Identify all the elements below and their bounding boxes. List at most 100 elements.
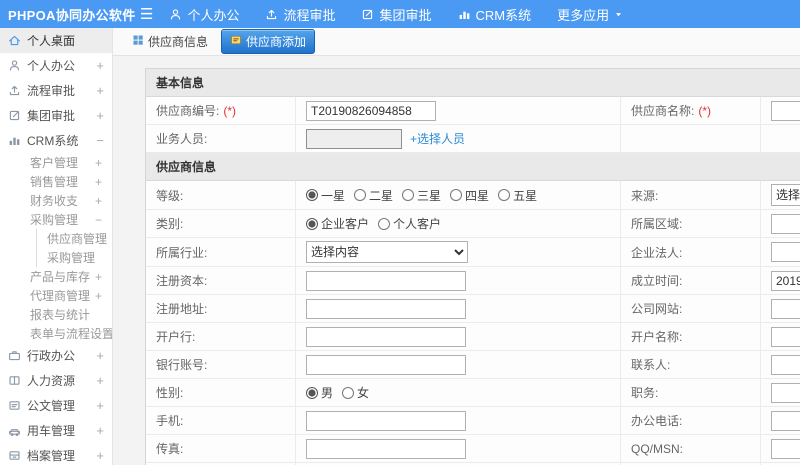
sidebar-subitem[interactable]: 代理商管理 + [0, 286, 112, 305]
sidebar-subitem[interactable]: 财务收支 + [0, 191, 112, 210]
sidebar-subitem[interactable]: 报表与统计 [0, 305, 112, 324]
level-radio-input[interactable] [354, 189, 367, 201]
qq-msn-input[interactable] [771, 438, 800, 459]
category-radio-input[interactable] [378, 217, 391, 230]
toggle-icon[interactable]: + [96, 448, 104, 463]
level-radio[interactable]: 二星 [354, 187, 393, 204]
sidebar-subsubitem[interactable]: 供应商管理 [37, 229, 112, 248]
sidebar-subitem[interactable]: 客户管理 + [0, 153, 112, 172]
category-field: 企业客户 个人客户 [296, 210, 621, 237]
toggle-icon[interactable]: + [96, 83, 104, 98]
supplier-name-input[interactable] [771, 100, 800, 121]
category-radio[interactable]: 企业客户 [306, 215, 369, 232]
office-phone-input[interactable] [771, 410, 800, 431]
supplier-code-input[interactable] [306, 100, 436, 121]
qq-msn-field [761, 435, 800, 462]
region-field [761, 210, 800, 237]
industry-select[interactable]: 选择内容 [306, 241, 468, 263]
established-date-field [761, 267, 800, 294]
sidebar-item[interactable]: 行政办公 + [0, 343, 112, 368]
topmenu-item[interactable]: 更多应用 [557, 5, 623, 24]
legal-person-input[interactable] [771, 242, 800, 262]
toggle-icon[interactable]: + [96, 398, 104, 413]
toggle-icon[interactable]: + [95, 194, 102, 208]
topmenu-item[interactable]: 个人办公 [169, 5, 239, 24]
business-person-input[interactable] [306, 128, 402, 149]
sidebar-item[interactable]: 用车管理 + [0, 418, 112, 443]
contact-person-field [761, 351, 800, 378]
level-radio[interactable]: 五星 [498, 187, 537, 204]
form-row: 银行账号: 联系人: [146, 351, 800, 379]
category-radio[interactable]: 个人客户 [378, 215, 441, 232]
toggle-icon[interactable]: + [96, 348, 104, 363]
source-select[interactable]: 选择内容 [771, 184, 800, 206]
topmenu-item[interactable]: CRM系统 [458, 5, 531, 24]
sidebar-item[interactable]: 档案管理 + [0, 443, 112, 465]
form-row: 供应商编号:(*) 供应商名称:(*) [146, 97, 800, 125]
toggle-icon[interactable]: + [96, 373, 104, 388]
level-radio[interactable]: 三星 [402, 187, 441, 204]
level-radio-input[interactable] [402, 189, 415, 201]
sidebar-subsubitem[interactable]: 采购管理 [37, 248, 112, 267]
topmenu-item[interactable]: 流程审批 [265, 5, 335, 24]
sidebar-item[interactable]: 流程审批 + [0, 78, 112, 103]
sidebar-item[interactable]: 集团审批 + [0, 103, 112, 128]
sidebar-subitem[interactable]: 采购管理 − [0, 210, 112, 229]
level-radio-input[interactable] [498, 189, 511, 201]
sidebar-subitem-label: 采购管理 [30, 213, 79, 227]
toggle-icon[interactable]: + [96, 58, 104, 73]
registered-address-input[interactable] [306, 298, 466, 319]
region-input[interactable] [771, 213, 800, 234]
level-radio-group: 一星 二星 三星 四星 五星 [306, 187, 537, 204]
toggle-icon[interactable]: + [95, 175, 102, 189]
form-row: 手机: 办公电话: [146, 407, 800, 435]
registered-capital-input[interactable] [306, 270, 466, 291]
level-radio[interactable]: 四星 [450, 187, 489, 204]
business-person-link[interactable]: +选择人员 [410, 130, 465, 147]
tab-supplier-add[interactable]: 供应商添加 [221, 29, 316, 54]
sidebar-subitem[interactable]: 销售管理 + [0, 172, 112, 191]
gender-radio-input[interactable] [306, 386, 318, 399]
gender-radio[interactable]: 女 [342, 384, 369, 401]
tab-strip: 供应商信息 供应商添加 [113, 28, 800, 56]
sidebar-item[interactable]: 人力资源 + [0, 368, 112, 393]
sidebar-item[interactable]: CRM系统 − [0, 128, 112, 153]
gender-radio[interactable]: 男 [306, 384, 333, 401]
sidebar-item[interactable]: 个人办公 + [0, 53, 112, 78]
toggle-icon[interactable]: + [95, 270, 102, 284]
account-name-input[interactable] [771, 326, 800, 347]
category-radio-input[interactable] [306, 217, 318, 230]
sidebar-item[interactable]: 个人桌面 [0, 28, 112, 53]
company-website-input[interactable] [771, 298, 800, 319]
sidebar-subitem[interactable]: 表单与流程设置+ [0, 324, 112, 343]
sidebar-item-label: 流程审批 [27, 84, 76, 98]
level-radio-input[interactable] [306, 189, 318, 201]
toggle-icon[interactable]: − [96, 133, 104, 148]
sidebar-subitem[interactable]: 产品与库存 + [0, 267, 112, 286]
level-radio[interactable]: 一星 [306, 187, 345, 204]
toggle-icon[interactable]: + [95, 156, 102, 170]
toggle-icon[interactable]: − [95, 213, 102, 227]
fax-input[interactable] [306, 438, 466, 459]
topmenu-item[interactable]: 集团审批 [361, 5, 432, 24]
supplier-add-form: 基本信息供应商编号:(*) 供应商名称:(*) 业务人员: +选择人员供应商信息等级:… [145, 68, 800, 465]
menu-icon[interactable]: ☰ [140, 7, 153, 22]
toggle-icon[interactable]: + [95, 289, 102, 303]
tab-supplier-info[interactable]: 供应商信息 [127, 30, 213, 53]
gender-radio-input[interactable] [342, 386, 355, 399]
toggle-icon[interactable]: + [96, 108, 104, 123]
position-input[interactable] [771, 382, 800, 403]
established-date-input[interactable] [771, 270, 800, 291]
sidebar-item[interactable]: 公文管理 + [0, 393, 112, 418]
mobile-input[interactable] [306, 410, 466, 431]
bank-account-input[interactable] [306, 354, 466, 375]
position-label: 职务: [621, 379, 761, 406]
level-radio-input[interactable] [450, 189, 463, 201]
main-layout: 个人桌面 个人办公 + 流程审批 + 集团审批 + CRM系统 − 客户管理 + 销售管理 + 财务收支 +… [0, 28, 800, 465]
bank-branch-input[interactable] [306, 326, 466, 347]
contact-person-input[interactable] [771, 354, 800, 375]
empty-1-label [621, 125, 761, 152]
toggle-icon[interactable]: + [96, 423, 104, 438]
legal-person-label: 企业法人: [621, 238, 761, 266]
home-icon [8, 34, 21, 47]
